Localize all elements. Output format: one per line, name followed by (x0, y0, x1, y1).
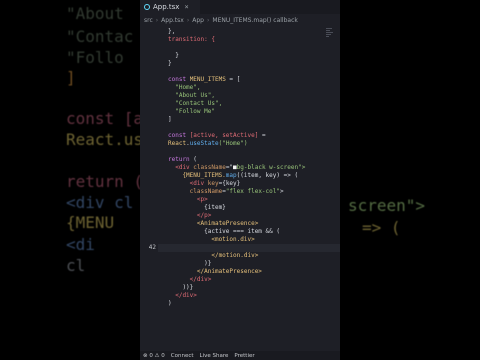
code-line: </motion.div> (168, 252, 259, 259)
status-bar: ⊗ 0 ⚠ 0 Connect Live Share Prettier (140, 351, 340, 360)
background-code-line: cl (66, 256, 86, 275)
code-line: } (168, 60, 172, 67)
status-item[interactable]: Prettier (234, 353, 254, 359)
tab-app-tsx[interactable]: App.tsx × (140, 0, 200, 14)
code-line: "Follow Me" (168, 108, 215, 115)
code-line: className="flex flex-col"> (168, 188, 284, 195)
breadcrumb-item[interactable]: App (192, 17, 204, 24)
code-line: {item} (168, 204, 226, 211)
background-code-line: "About (66, 4, 124, 23)
minimap[interactable] (326, 28, 334, 68)
code-line: "About Us", (168, 92, 215, 99)
code-line: {MENU_ITEMS.map((item, key) => ( (168, 172, 299, 179)
background-code-fragment: screen"> (348, 196, 426, 215)
background-code-line: {MENU (66, 213, 115, 232)
status-item[interactable]: Live Share (200, 353, 229, 359)
tab-bar: App.tsx × (140, 0, 340, 14)
code-line: } (168, 52, 179, 59)
close-icon[interactable]: × (184, 3, 188, 11)
code-line: <div className="■bg-black w-screen"> (168, 164, 306, 171)
chevron-right-icon: › (155, 16, 159, 24)
background-code-line: "Follo (66, 48, 124, 67)
background-code-line: <div cl (66, 193, 134, 212)
code-line: const [active, setActive] = (168, 132, 266, 139)
breadcrumb-item[interactable]: MENU_ITEMS.map() callback (212, 17, 297, 24)
code-line: ] (168, 116, 172, 123)
code-line: </p> (168, 212, 212, 219)
chevron-right-icon: › (186, 16, 190, 24)
code-line: }, (168, 28, 176, 35)
tab-label: App.tsx (153, 3, 180, 11)
background-code-line: <di (66, 235, 95, 254)
code-line: <AnimatePresence> (168, 220, 259, 227)
background-code-fragment: => ( (362, 218, 401, 237)
status-item[interactable]: Connect (171, 353, 194, 359)
background-code-line: "Contac (66, 27, 134, 46)
code-line: </div> (168, 292, 197, 299)
code-line: </AnimatePresence> (168, 268, 262, 275)
code-line: )} (168, 260, 212, 267)
code-line: transition: { (168, 36, 215, 43)
code-line: const MENU_ITEMS = [ (168, 76, 241, 83)
code-line: React.useState("Home") (168, 140, 248, 147)
code-line: <motion.div> (168, 236, 255, 243)
chevron-right-icon: › (206, 16, 210, 24)
code-line: ))} (168, 284, 194, 291)
code-line: return ( (168, 156, 197, 163)
code-line: </div> (168, 276, 212, 283)
breadcrumb-item[interactable]: src (144, 17, 153, 24)
line-number: 42 (148, 244, 156, 251)
status-item[interactable]: ⊗ 0 ⚠ 0 (143, 353, 165, 359)
background-code-line: ] (66, 68, 76, 87)
current-line-highlight (158, 244, 340, 252)
code-line: ) (168, 300, 172, 307)
background-code-line: return ( (66, 172, 144, 191)
react-icon (144, 4, 150, 10)
code-line: "Home", (168, 84, 201, 91)
code-editor: App.tsx × src › App.tsx › App › MENU_ITEMS.map… (140, 0, 340, 360)
code-line: <div key={key} (168, 180, 241, 187)
code-line: "Contact Us", (168, 100, 223, 107)
breadcrumb-item[interactable]: App.tsx (161, 17, 184, 24)
code-line: <p> (168, 196, 208, 203)
code-line: {active === item && ( (168, 228, 280, 235)
breadcrumb: src › App.tsx › App › MENU_ITEMS.map() callbac… (144, 15, 298, 25)
